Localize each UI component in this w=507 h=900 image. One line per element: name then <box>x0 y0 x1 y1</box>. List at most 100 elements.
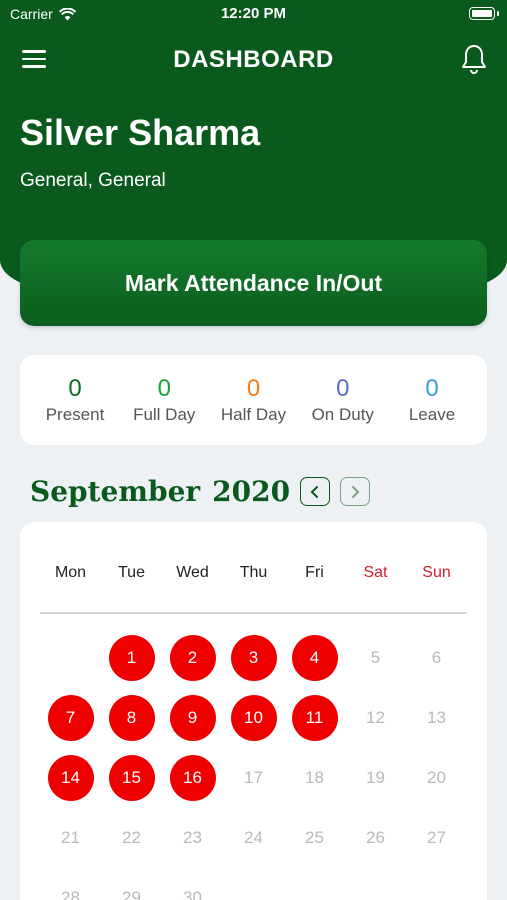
calendar-day-27[interactable]: 27 <box>414 815 460 861</box>
weekday-wed: Wed <box>176 564 209 581</box>
page-title: DASHBOARD <box>173 46 334 73</box>
mark-attendance-button[interactable]: Mark Attendance In/Out <box>20 240 487 326</box>
calendar-cell: 26 <box>345 808 406 868</box>
calendar-day-21[interactable]: 21 <box>48 815 94 861</box>
calendar-cell: 30 <box>162 868 223 900</box>
bell-icon[interactable] <box>461 44 487 74</box>
stat-full-day: 0 Full Day <box>121 355 207 445</box>
calendar-cell <box>284 868 345 900</box>
calendar-day-13[interactable]: 13 <box>414 695 460 741</box>
calendar-cell: 5 <box>345 628 406 688</box>
calendar-cell: 25 <box>284 808 345 868</box>
calendar-cell: 15 <box>101 748 162 808</box>
calendar-day-1[interactable]: 1 <box>108 635 155 681</box>
calendar-day-22[interactable]: 22 <box>109 815 155 861</box>
calendar-day-5[interactable]: 5 <box>353 635 399 681</box>
user-name: Silver Sharma <box>20 112 261 153</box>
calendar-cell: 27 <box>406 808 467 868</box>
weekday-sun: Sun <box>422 564 451 581</box>
calendar-cell: 22 <box>101 808 162 868</box>
calendar-cell: 6 <box>406 628 467 688</box>
chevron-right-icon <box>352 485 360 498</box>
calendar-cell: 12 <box>345 688 406 748</box>
calendar-cell: 14 <box>40 748 101 808</box>
calendar-day-11[interactable]: 11 <box>291 695 338 741</box>
next-month-button[interactable] <box>340 477 371 506</box>
calendar-day-19[interactable]: 19 <box>353 755 399 801</box>
battery-icon <box>469 7 499 20</box>
stat-value: 0 <box>336 375 350 402</box>
month-header: September 2020 <box>30 475 371 508</box>
calendar-cell: 4 <box>284 628 345 688</box>
calendar-day-29[interactable]: 29 <box>109 875 155 900</box>
calendar-cell: 9 <box>162 688 223 748</box>
calendar-day-9[interactable]: 9 <box>169 695 216 741</box>
calendar-cell: 11 <box>284 688 345 748</box>
calendar-week-row: 123456 <box>40 628 467 688</box>
weekday-tue: Tue <box>118 564 145 581</box>
stat-value: 0 <box>425 375 439 402</box>
calendar-cell: 1 <box>101 628 162 688</box>
stat-half-day: 0 Half Day <box>211 355 297 445</box>
calendar-cell: 24 <box>223 808 284 868</box>
month-name: September <box>30 475 201 508</box>
calendar-cell: 2 <box>162 628 223 688</box>
attendance-stats-card: 0 Present 0 Full Day 0 Half Day 0 On Dut… <box>20 355 487 445</box>
calendar-day-7[interactable]: 7 <box>47 695 94 741</box>
calendar-cell: 8 <box>101 688 162 748</box>
calendar-day-8[interactable]: 8 <box>108 695 155 741</box>
calendar-cell: 29 <box>101 868 162 900</box>
stat-value: 0 <box>157 375 171 402</box>
calendar-day-16[interactable]: 16 <box>169 755 216 801</box>
year-label: 2020 <box>212 475 291 508</box>
calendar-cell: 18 <box>284 748 345 808</box>
calendar-day-24[interactable]: 24 <box>231 815 277 861</box>
calendar-day-17[interactable]: 17 <box>231 755 277 801</box>
calendar-day-26[interactable]: 26 <box>353 815 399 861</box>
calendar-day-10[interactable]: 10 <box>230 695 277 741</box>
calendar-cell <box>406 868 467 900</box>
calendar-day-12[interactable]: 12 <box>353 695 399 741</box>
stat-label: Leave <box>408 405 456 424</box>
calendar-cell: 28 <box>40 868 101 900</box>
weekday-sat: Sat <box>363 564 388 581</box>
stat-label: Present <box>45 405 105 424</box>
calendar-week-row: 14 15 16 17 18 19 20 <box>40 748 467 808</box>
stat-on-duty: 0 On Duty <box>300 355 386 445</box>
calendar-cell: 10 <box>223 688 284 748</box>
calendar-cell <box>345 868 406 900</box>
calendar-day-28[interactable]: 28 <box>48 875 94 900</box>
calendar-day-15[interactable]: 15 <box>108 755 155 801</box>
status-time: 12:20 PM <box>220 5 287 22</box>
calendar-day-4[interactable]: 4 <box>291 635 338 681</box>
weekday-header: Mon Tue Wed Thu Fri Sat Sun <box>40 564 467 582</box>
calendar-cell: 21 <box>40 808 101 868</box>
stat-present: 0 Present <box>32 355 118 445</box>
calendar-grid: 1 2 3 4 5 6 7 8 9 10 11 12 13 14 15 16 17 18 19 20 21 22 23 24 2… <box>40 628 467 900</box>
weekday-thu: Thu <box>239 564 268 581</box>
stat-label: On Duty <box>311 405 374 424</box>
calendar-day-2[interactable]: 2 <box>169 635 216 681</box>
calendar-day-3[interactable]: 3 <box>230 635 277 681</box>
calendar-day-25[interactable]: 25 <box>292 815 338 861</box>
previous-month-button[interactable] <box>300 477 331 506</box>
calendar-day-6[interactable]: 6 <box>414 635 460 681</box>
calendar-day-23[interactable]: 23 <box>170 815 216 861</box>
calendar-cell: 16 <box>162 748 223 808</box>
calendar-card: Mon Tue Wed Thu Fri Sat Sun 1 2 3 4 5 6 7 8 9 10 11 12 13 1… <box>20 522 487 900</box>
user-department: General, General <box>20 170 166 191</box>
calendar-day-20[interactable]: 20 <box>414 755 460 801</box>
stat-value: 0 <box>68 375 82 402</box>
stat-label: Half Day <box>220 405 287 424</box>
nav-bar: DASHBOARD <box>0 38 507 82</box>
calendar-day-18[interactable]: 18 <box>292 755 338 801</box>
status-bar: Carrier 12:20 PM <box>0 0 507 28</box>
calendar-cell: 23 <box>162 808 223 868</box>
calendar-day-30[interactable]: 30 <box>170 875 216 900</box>
calendar-day-14[interactable]: 14 <box>47 755 94 801</box>
calendar-week-row: 7 8 9 10 11 12 13 <box>40 688 467 748</box>
calendar-week-row: 21 22 23 24 25 26 27 <box>40 808 467 868</box>
calendar-week-row: 28 29 30 <box>40 868 467 900</box>
stat-label: Full Day <box>133 405 196 424</box>
calendar-cell: 13 <box>406 688 467 748</box>
